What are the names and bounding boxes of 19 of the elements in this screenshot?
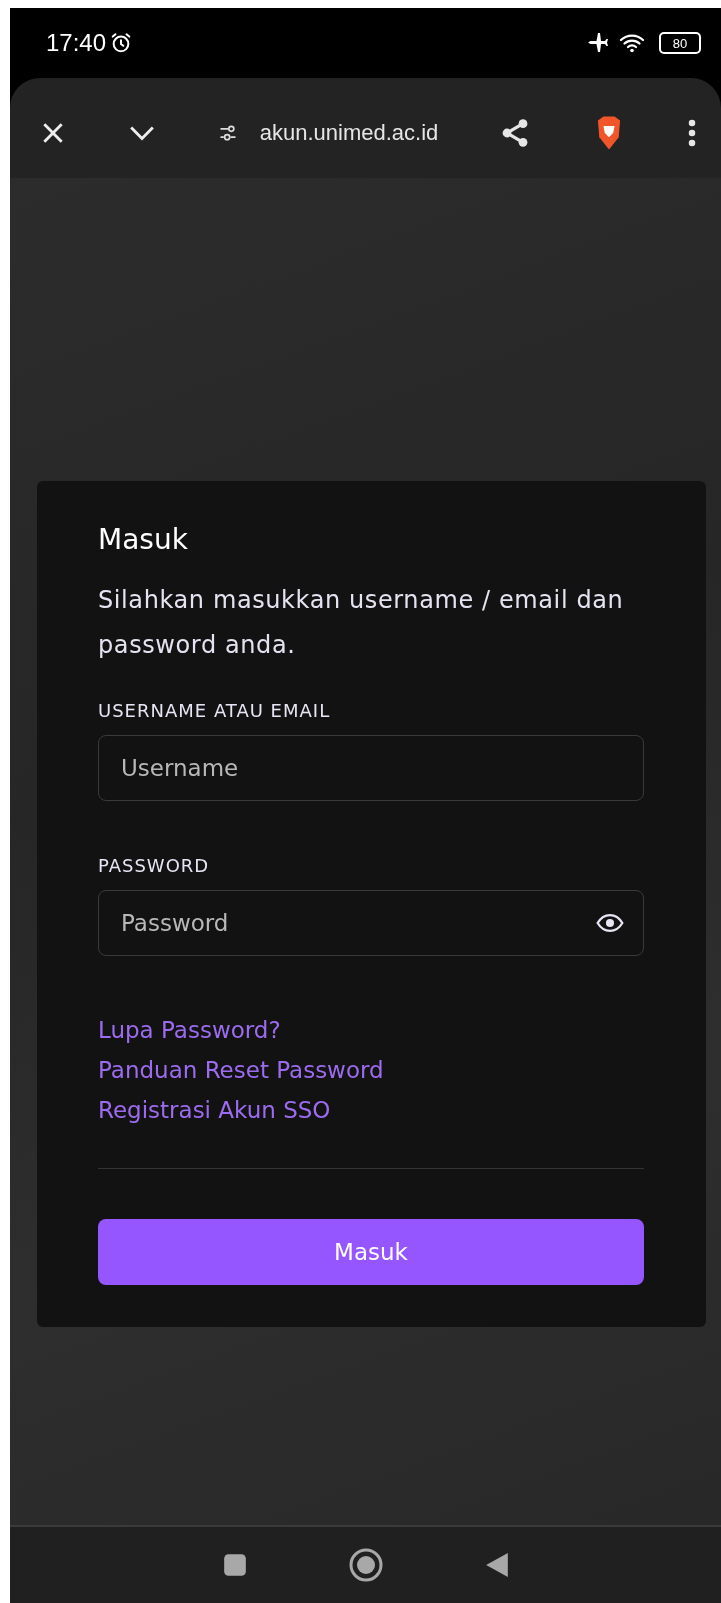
- eye-icon[interactable]: [596, 914, 624, 932]
- url-text[interactable]: akun.unimed.ac.id: [259, 120, 439, 146]
- battery-icon: 80: [659, 32, 701, 54]
- status-time: 17:40: [46, 29, 107, 57]
- card-title: Masuk: [98, 523, 189, 556]
- username-field[interactable]: Username: [98, 735, 644, 801]
- field-label: PASSWORD: [98, 855, 211, 876]
- recent-apps-icon[interactable]: [221, 1552, 248, 1578]
- home-icon[interactable]: [347, 1547, 384, 1583]
- more-menu-icon[interactable]: [686, 118, 697, 148]
- link[interactable]: Registrasi Akun SSO: [98, 1090, 331, 1130]
- airplane-icon: [585, 31, 611, 55]
- alarm-clock-icon: [110, 32, 133, 54]
- submit-button[interactable]: Masuk: [98, 1219, 644, 1285]
- card-description: Silahkan masukkan username / email dan password anda.: [98, 585, 625, 661]
- password-field[interactable]: Password: [98, 890, 644, 956]
- link[interactable]: Lupa Password?: [98, 1010, 281, 1050]
- field-label: USERNAME ATAU EMAIL: [98, 700, 332, 721]
- link[interactable]: Panduan Reset Password: [98, 1050, 384, 1090]
